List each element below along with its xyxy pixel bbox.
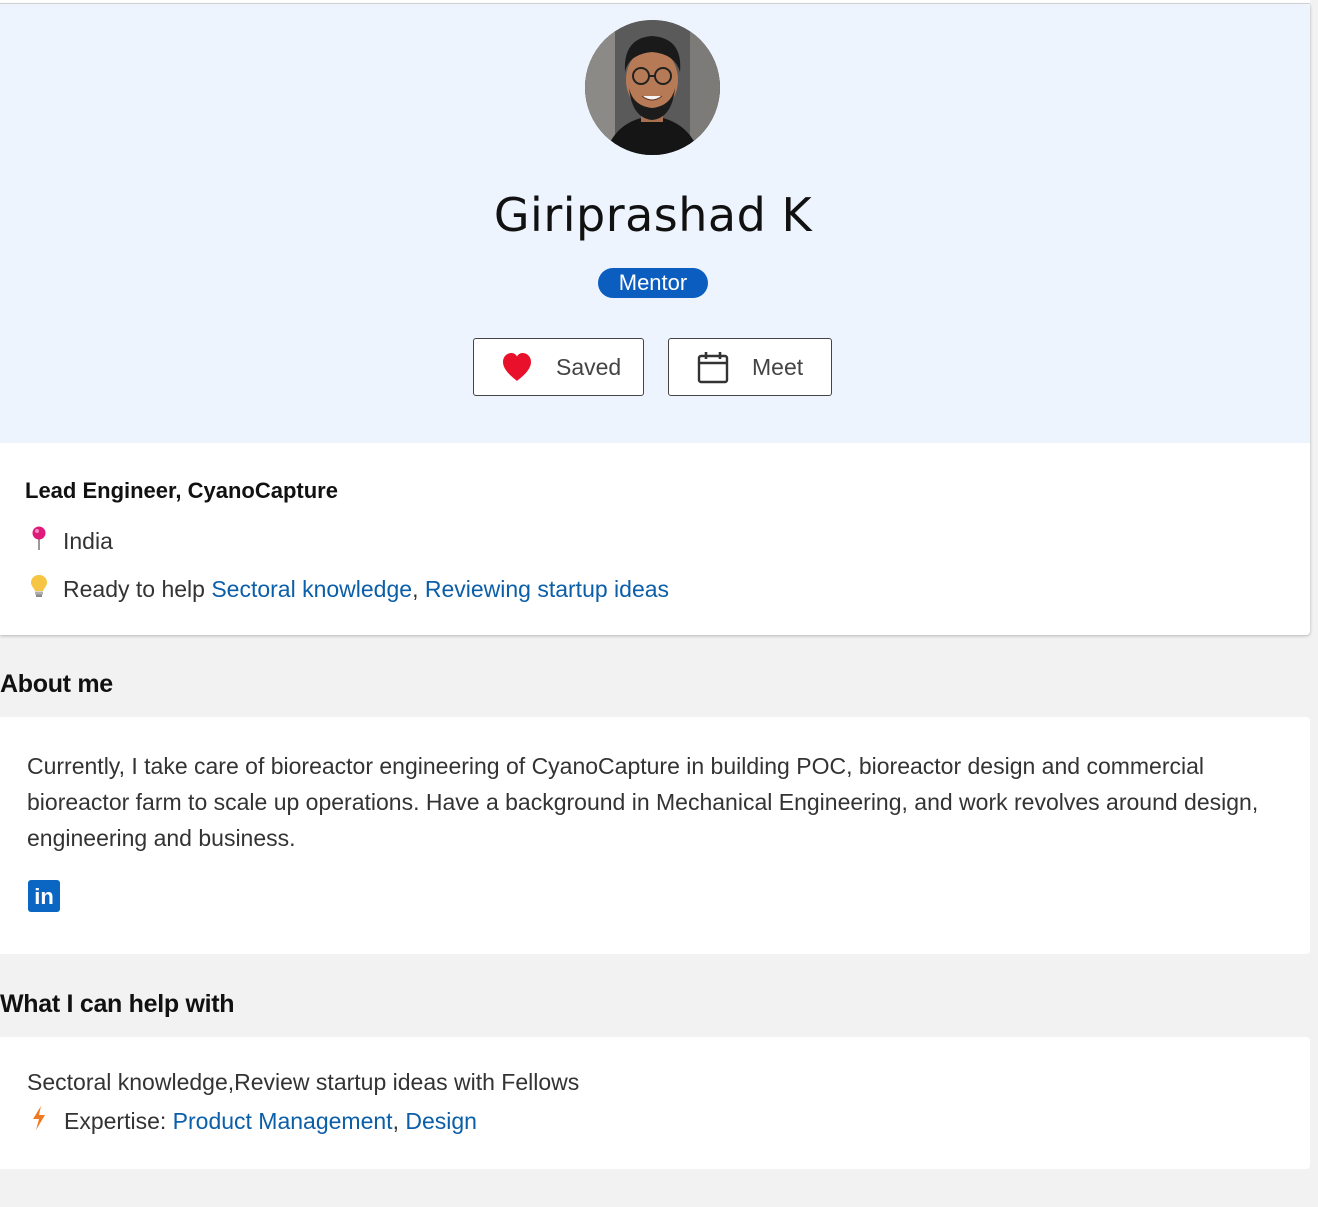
lightning-icon — [30, 1105, 56, 1137]
location-text: India — [63, 527, 113, 554]
expertise-row: Expertise: Product Management, Design — [30, 1105, 477, 1137]
expertise-separator: , — [392, 1107, 399, 1134]
help-text: Sectoral knowledge,Review startup ideas … — [27, 1069, 580, 1095]
saved-button[interactable]: Saved — [473, 338, 644, 396]
expertise-prefix: Expertise: — [64, 1107, 167, 1134]
about-title: About me — [0, 670, 113, 698]
meet-button-label: Meet — [752, 353, 804, 380]
help-panel: Sectoral knowledge,Review startup ideas … — [0, 1037, 1310, 1169]
profile-card: Giriprashad K Mentor Saved Meet Lead Eng… — [0, 4, 1310, 635]
ready-separator: , — [412, 575, 419, 602]
about-text: Currently, I take care of bioreactor eng… — [27, 753, 1259, 851]
avatar — [585, 20, 720, 155]
lightbulb-icon — [28, 573, 54, 605]
ready-link-reviewing[interactable]: Reviewing startup ideas — [425, 576, 669, 603]
ready-to-help-row: Ready to help Sectoral knowledge, Review… — [28, 573, 669, 605]
expertise-link-product-management[interactable]: Product Management — [173, 1108, 393, 1135]
meet-button[interactable]: Meet — [668, 338, 832, 396]
linkedin-icon[interactable]: in — [28, 880, 60, 912]
help-title: What I can help with — [0, 990, 235, 1018]
pushpin-icon — [28, 525, 54, 557]
ready-prefix: Ready to help — [63, 575, 205, 602]
location-row: India — [28, 525, 113, 557]
saved-button-label: Saved — [556, 353, 622, 380]
heart-icon — [500, 350, 534, 384]
job-title: Lead Engineer, CyanoCapture — [25, 478, 338, 503]
role-badge: Mentor — [598, 268, 708, 298]
expertise-link-design[interactable]: Design — [405, 1108, 477, 1135]
profile-name: Giriprashad K — [493, 188, 813, 242]
about-panel: Currently, I take care of bioreactor eng… — [0, 717, 1310, 954]
calendar-icon — [696, 350, 730, 384]
profile-hero: Giriprashad K Mentor Saved Meet — [0, 4, 1310, 443]
ready-link-sectoral[interactable]: Sectoral knowledge — [211, 576, 412, 603]
